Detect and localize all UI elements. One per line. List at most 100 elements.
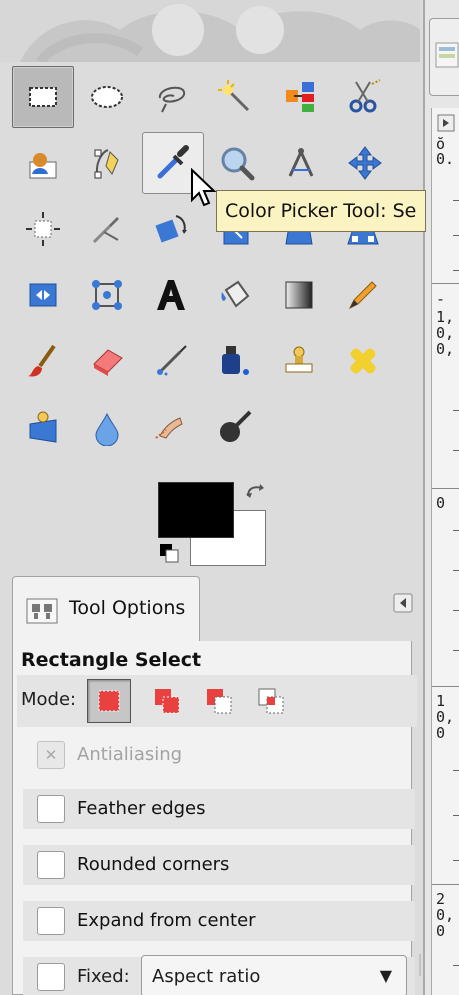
tool-options-title: Rectangle Select	[21, 649, 202, 671]
eyedropper-icon	[157, 145, 189, 179]
water-drop-icon	[95, 412, 119, 446]
ruler-text-13: 0	[436, 924, 446, 939]
move-tool[interactable]	[334, 132, 396, 194]
ink-bottle-icon	[222, 346, 249, 375]
compass-icon	[288, 148, 314, 177]
ellipse-select-tool[interactable]	[76, 66, 138, 128]
mouse-cursor-icon	[191, 168, 217, 207]
rounded-corners-option: Rounded corners	[23, 845, 415, 885]
blur-tool[interactable]	[76, 396, 138, 458]
heal-tool[interactable]	[332, 330, 394, 392]
paintbrush-tool[interactable]	[12, 330, 74, 392]
configure-tab-icon[interactable]	[392, 592, 416, 616]
antialiasing-option: ✕ Antialiasing	[23, 735, 415, 775]
free-select-tool[interactable]	[140, 66, 202, 128]
eraser-tool[interactable]	[76, 330, 138, 392]
mode-subtract-icon	[207, 689, 232, 714]
smudge-finger-icon	[155, 417, 183, 439]
ink-tool[interactable]	[204, 330, 266, 392]
airbrush-tool[interactable]	[140, 330, 202, 392]
mode-add-button[interactable]	[145, 679, 189, 723]
smudge-tool[interactable]	[140, 396, 202, 458]
ruler-text-6: 0,	[436, 342, 455, 357]
paths-tool[interactable]	[76, 132, 138, 194]
tool-options-icon	[26, 598, 58, 624]
foreground-select-tool[interactable]	[12, 132, 74, 194]
mode-intersect-button[interactable]	[249, 679, 293, 723]
cage-transform-tool[interactable]	[76, 264, 138, 326]
bucket-fill-tool[interactable]	[204, 264, 266, 326]
right-dock-menu-icon[interactable]	[437, 114, 457, 134]
dodge-burn-tool[interactable]	[204, 396, 266, 458]
feather-edges-option: Feather edges	[23, 789, 415, 829]
ruler-text-5: 0,	[436, 326, 455, 341]
align-tool[interactable]	[12, 198, 74, 260]
gradient-icon	[285, 281, 313, 309]
ruler-text-2: 0.	[436, 152, 455, 167]
mode-add-icon	[155, 689, 180, 714]
select-by-color-icon	[286, 82, 314, 112]
blend-tool[interactable]	[268, 264, 330, 326]
mode-replace-icon	[98, 690, 120, 712]
flip-icon	[29, 283, 57, 307]
antialiasing-checkbox[interactable]: ✕	[37, 741, 65, 769]
foreground-color-swatch[interactable]	[158, 482, 234, 538]
tool-options-tab-label: Tool Options	[69, 597, 186, 619]
flip-tool[interactable]	[12, 264, 74, 326]
pencil-icon	[348, 281, 377, 310]
rounded-corners-checkbox[interactable]	[37, 851, 65, 879]
airbrush-icon	[157, 345, 187, 376]
move-arrows-icon	[348, 146, 382, 180]
rotate-icon	[155, 215, 187, 243]
ruler-text-10: 0	[436, 726, 446, 741]
text-tool[interactable]	[140, 264, 202, 326]
crop-tool[interactable]	[76, 198, 138, 260]
measure-tool[interactable]	[270, 132, 332, 194]
foreground-select-icon	[29, 153, 57, 179]
expand-from-center-checkbox[interactable]	[37, 907, 65, 935]
ruler-text-12: 0,	[436, 908, 455, 923]
fixed-label: Fixed:	[77, 966, 130, 987]
rect-select-icon	[29, 87, 57, 107]
magic-wand-icon	[218, 80, 250, 112]
right-dock-panel: ŏ 0. - 1, 0, 0, 0 1 0, 0 2 0, 0	[423, 0, 459, 995]
fixed-option: Fixed: Aspect ratio ▼	[23, 955, 415, 995]
ruler-text-1: ŏ	[436, 137, 446, 152]
eraser-icon	[93, 349, 123, 376]
fixed-mode-select[interactable]: Aspect ratio ▼	[141, 955, 407, 995]
mode-subtract-button[interactable]	[197, 679, 241, 723]
select-by-color-tool[interactable]	[268, 66, 330, 128]
default-colors-icon[interactable]	[158, 542, 182, 566]
stamp-icon	[285, 346, 313, 373]
perspective-clone-icon	[29, 411, 57, 443]
antialiasing-label: Antialiasing	[77, 744, 183, 765]
ruler-text-11: 2	[436, 892, 446, 907]
feather-edges-checkbox[interactable]	[37, 795, 65, 823]
feather-edges-label: Feather edges	[77, 798, 206, 819]
paths-icon	[94, 149, 119, 179]
rect-select-tool[interactable]	[12, 66, 74, 128]
ruler-text-7: 0	[436, 496, 446, 511]
right-dock-content	[431, 108, 459, 995]
scissors-select-tool[interactable]	[332, 66, 394, 128]
fixed-checkbox[interactable]	[37, 963, 65, 991]
expand-from-center-option: Expand from center	[23, 901, 415, 941]
dodge-burn-icon	[220, 410, 252, 442]
resize-grip-icon[interactable]	[418, 950, 426, 980]
clone-tool[interactable]	[268, 330, 330, 392]
pencil-tool[interactable]	[332, 264, 394, 326]
wilber-logo-icon	[0, 0, 420, 62]
swap-colors-icon[interactable]	[244, 482, 268, 504]
mode-replace-button[interactable]	[87, 679, 131, 723]
lasso-icon	[159, 86, 186, 113]
perspective-clone-tool[interactable]	[12, 396, 74, 458]
bandage-icon	[350, 348, 376, 374]
tab-tool-options[interactable]: Tool Options	[12, 576, 200, 642]
crop-knife-icon	[92, 216, 120, 244]
fixed-mode-value: Aspect ratio	[152, 966, 261, 987]
magnifier-icon	[221, 147, 255, 181]
fuzzy-select-tool[interactable]	[204, 66, 266, 128]
paintbrush-icon	[28, 344, 56, 377]
ruler-text-4: 1,	[436, 310, 455, 325]
right-dock-tab[interactable]	[429, 18, 459, 96]
